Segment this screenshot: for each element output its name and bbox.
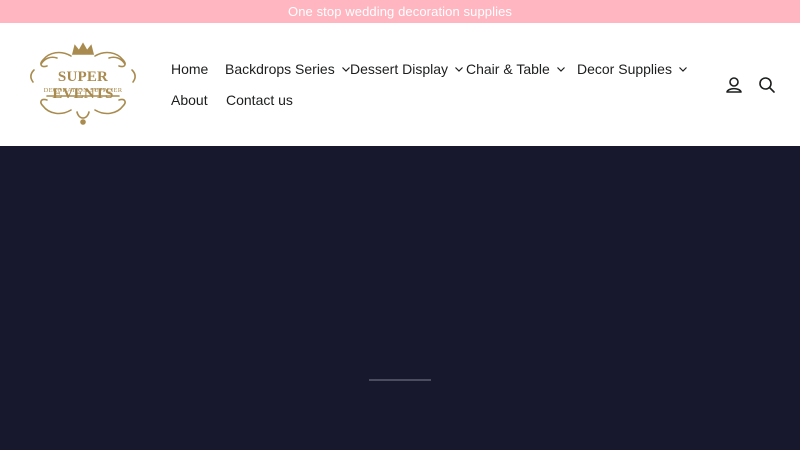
nav-item-label: Home — [171, 61, 209, 77]
logo-subtitle: DECORATION SUPPLIER — [43, 87, 123, 94]
nav-item-label: Chair & Table — [466, 61, 550, 77]
user-icon — [726, 77, 742, 93]
nav-item-label: Dessert Display — [350, 61, 449, 77]
nav-item-label: Decor Supplies — [577, 61, 672, 77]
chevron-down-icon — [556, 66, 565, 72]
nav-item-backdrops-series[interactable]: Backdrops Series — [225, 61, 350, 77]
search-button[interactable] — [757, 75, 777, 95]
chevron-down-icon — [679, 66, 687, 72]
hero-slideshow — [0, 146, 800, 450]
logo-title: SUPER EVENTS — [52, 69, 114, 102]
nav-item-label: Contact us — [226, 92, 293, 108]
announcement-text: One stop wedding decoration supplies — [287, 4, 513, 19]
nav-item-home[interactable]: Home — [171, 61, 208, 77]
nav-item-label: Backdrops Series — [225, 61, 335, 77]
search-icon — [759, 77, 775, 93]
announcement-bar: One stop wedding decoration supplies — [0, 0, 800, 23]
site-logo[interactable]: SUPER EVENTS DECORATION SUPPLIER — [27, 42, 139, 126]
nav-item-about[interactable]: About — [171, 92, 208, 108]
nav-item-dessert-display[interactable]: Dessert Display — [350, 61, 463, 77]
slideshow-loading-bar — [369, 379, 431, 381]
account-button[interactable] — [724, 75, 744, 95]
nav-item-label: About — [171, 92, 208, 108]
chevron-down-icon — [341, 66, 350, 72]
site-header: SUPER EVENTS DECORATION SUPPLIER Home Ba… — [0, 23, 800, 146]
nav-item-decor-supplies[interactable]: Decor Supplies — [577, 61, 687, 77]
nav-item-contact-us[interactable]: Contact us — [226, 92, 293, 108]
nav-item-chair-table[interactable]: Chair & Table — [466, 61, 565, 77]
chevron-down-icon — [455, 66, 463, 72]
